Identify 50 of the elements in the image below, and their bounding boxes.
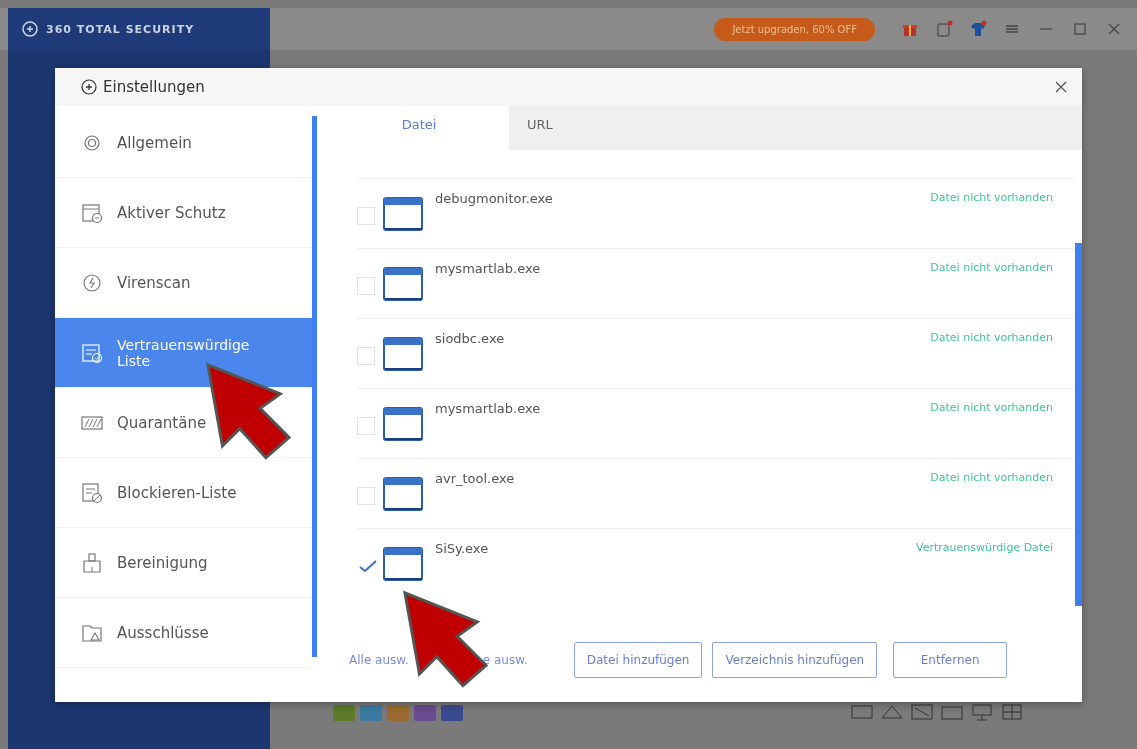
- file-name: mysmartlab.exe: [435, 261, 542, 276]
- checkbox[interactable]: [357, 277, 375, 295]
- window-icon: [383, 477, 423, 511]
- file-status: Datei nicht vorhanden: [930, 401, 1053, 414]
- action-button[interactable]: Verzeichnis hinzufügen: [712, 642, 878, 678]
- checkbox[interactable]: [357, 487, 375, 505]
- file-status: Datei nicht vorhanden: [930, 331, 1053, 344]
- file-status: Datei nicht vorhanden: [930, 471, 1053, 484]
- file-name: SiSy.exe: [435, 541, 490, 556]
- file-name: debugmonitor.exe: [435, 191, 554, 206]
- logo-icon: [22, 21, 38, 37]
- logo-icon: [81, 79, 97, 95]
- file-name: siodbc.exe: [435, 331, 506, 346]
- tile-icon: [387, 705, 409, 721]
- checkbox[interactable]: [357, 417, 375, 435]
- window-icon: [383, 547, 423, 581]
- action-button[interactable]: Entfernen: [893, 642, 1008, 678]
- window-icon: [383, 337, 423, 371]
- window-icon: [383, 197, 423, 231]
- file-status: Datei nicht vorhanden: [930, 191, 1053, 204]
- app-title: 360 TOTAL SECURITY: [46, 22, 195, 36]
- tile-icon: [333, 705, 355, 721]
- tile-icon: [414, 705, 436, 721]
- tool-icon: [970, 702, 994, 722]
- tool-icon: [850, 702, 874, 722]
- checkbox[interactable]: [357, 207, 375, 225]
- file-name: avr_tool.exe: [435, 471, 516, 486]
- dialog-title: Einstellungen: [103, 78, 206, 96]
- sidebar-item[interactable]: Vertrauenswürdige Liste: [55, 318, 312, 388]
- shirt-icon[interactable]: [969, 20, 987, 38]
- action-button[interactable]: Datei hinzufügen: [573, 642, 703, 678]
- tile-icon: [441, 705, 463, 721]
- scrollbar[interactable]: [1075, 243, 1082, 606]
- file-status: Vertrauenswürdige Datei: [916, 541, 1053, 554]
- close-icon[interactable]: [1054, 80, 1068, 94]
- profile-icon[interactable]: [935, 20, 953, 38]
- tile-icon: [360, 705, 382, 721]
- checkbox[interactable]: [357, 347, 375, 365]
- tab[interactable]: Datei: [329, 106, 509, 150]
- maximize-icon[interactable]: [1071, 20, 1089, 38]
- file-name: mysmartlab.exe: [435, 401, 542, 416]
- tool-icon: [910, 702, 934, 722]
- window-icon: [383, 407, 423, 441]
- scrollbar[interactable]: [312, 116, 317, 657]
- file-status: Datei nicht vorhanden: [930, 261, 1053, 274]
- window-icon: [383, 267, 423, 301]
- tool-icon: [1000, 702, 1024, 722]
- upgrade-button[interactable]: Jetzt upgraden, 60% OFF: [714, 17, 875, 41]
- select-link[interactable]: Alle ausw.: [349, 653, 409, 667]
- block-icon: [81, 481, 103, 504]
